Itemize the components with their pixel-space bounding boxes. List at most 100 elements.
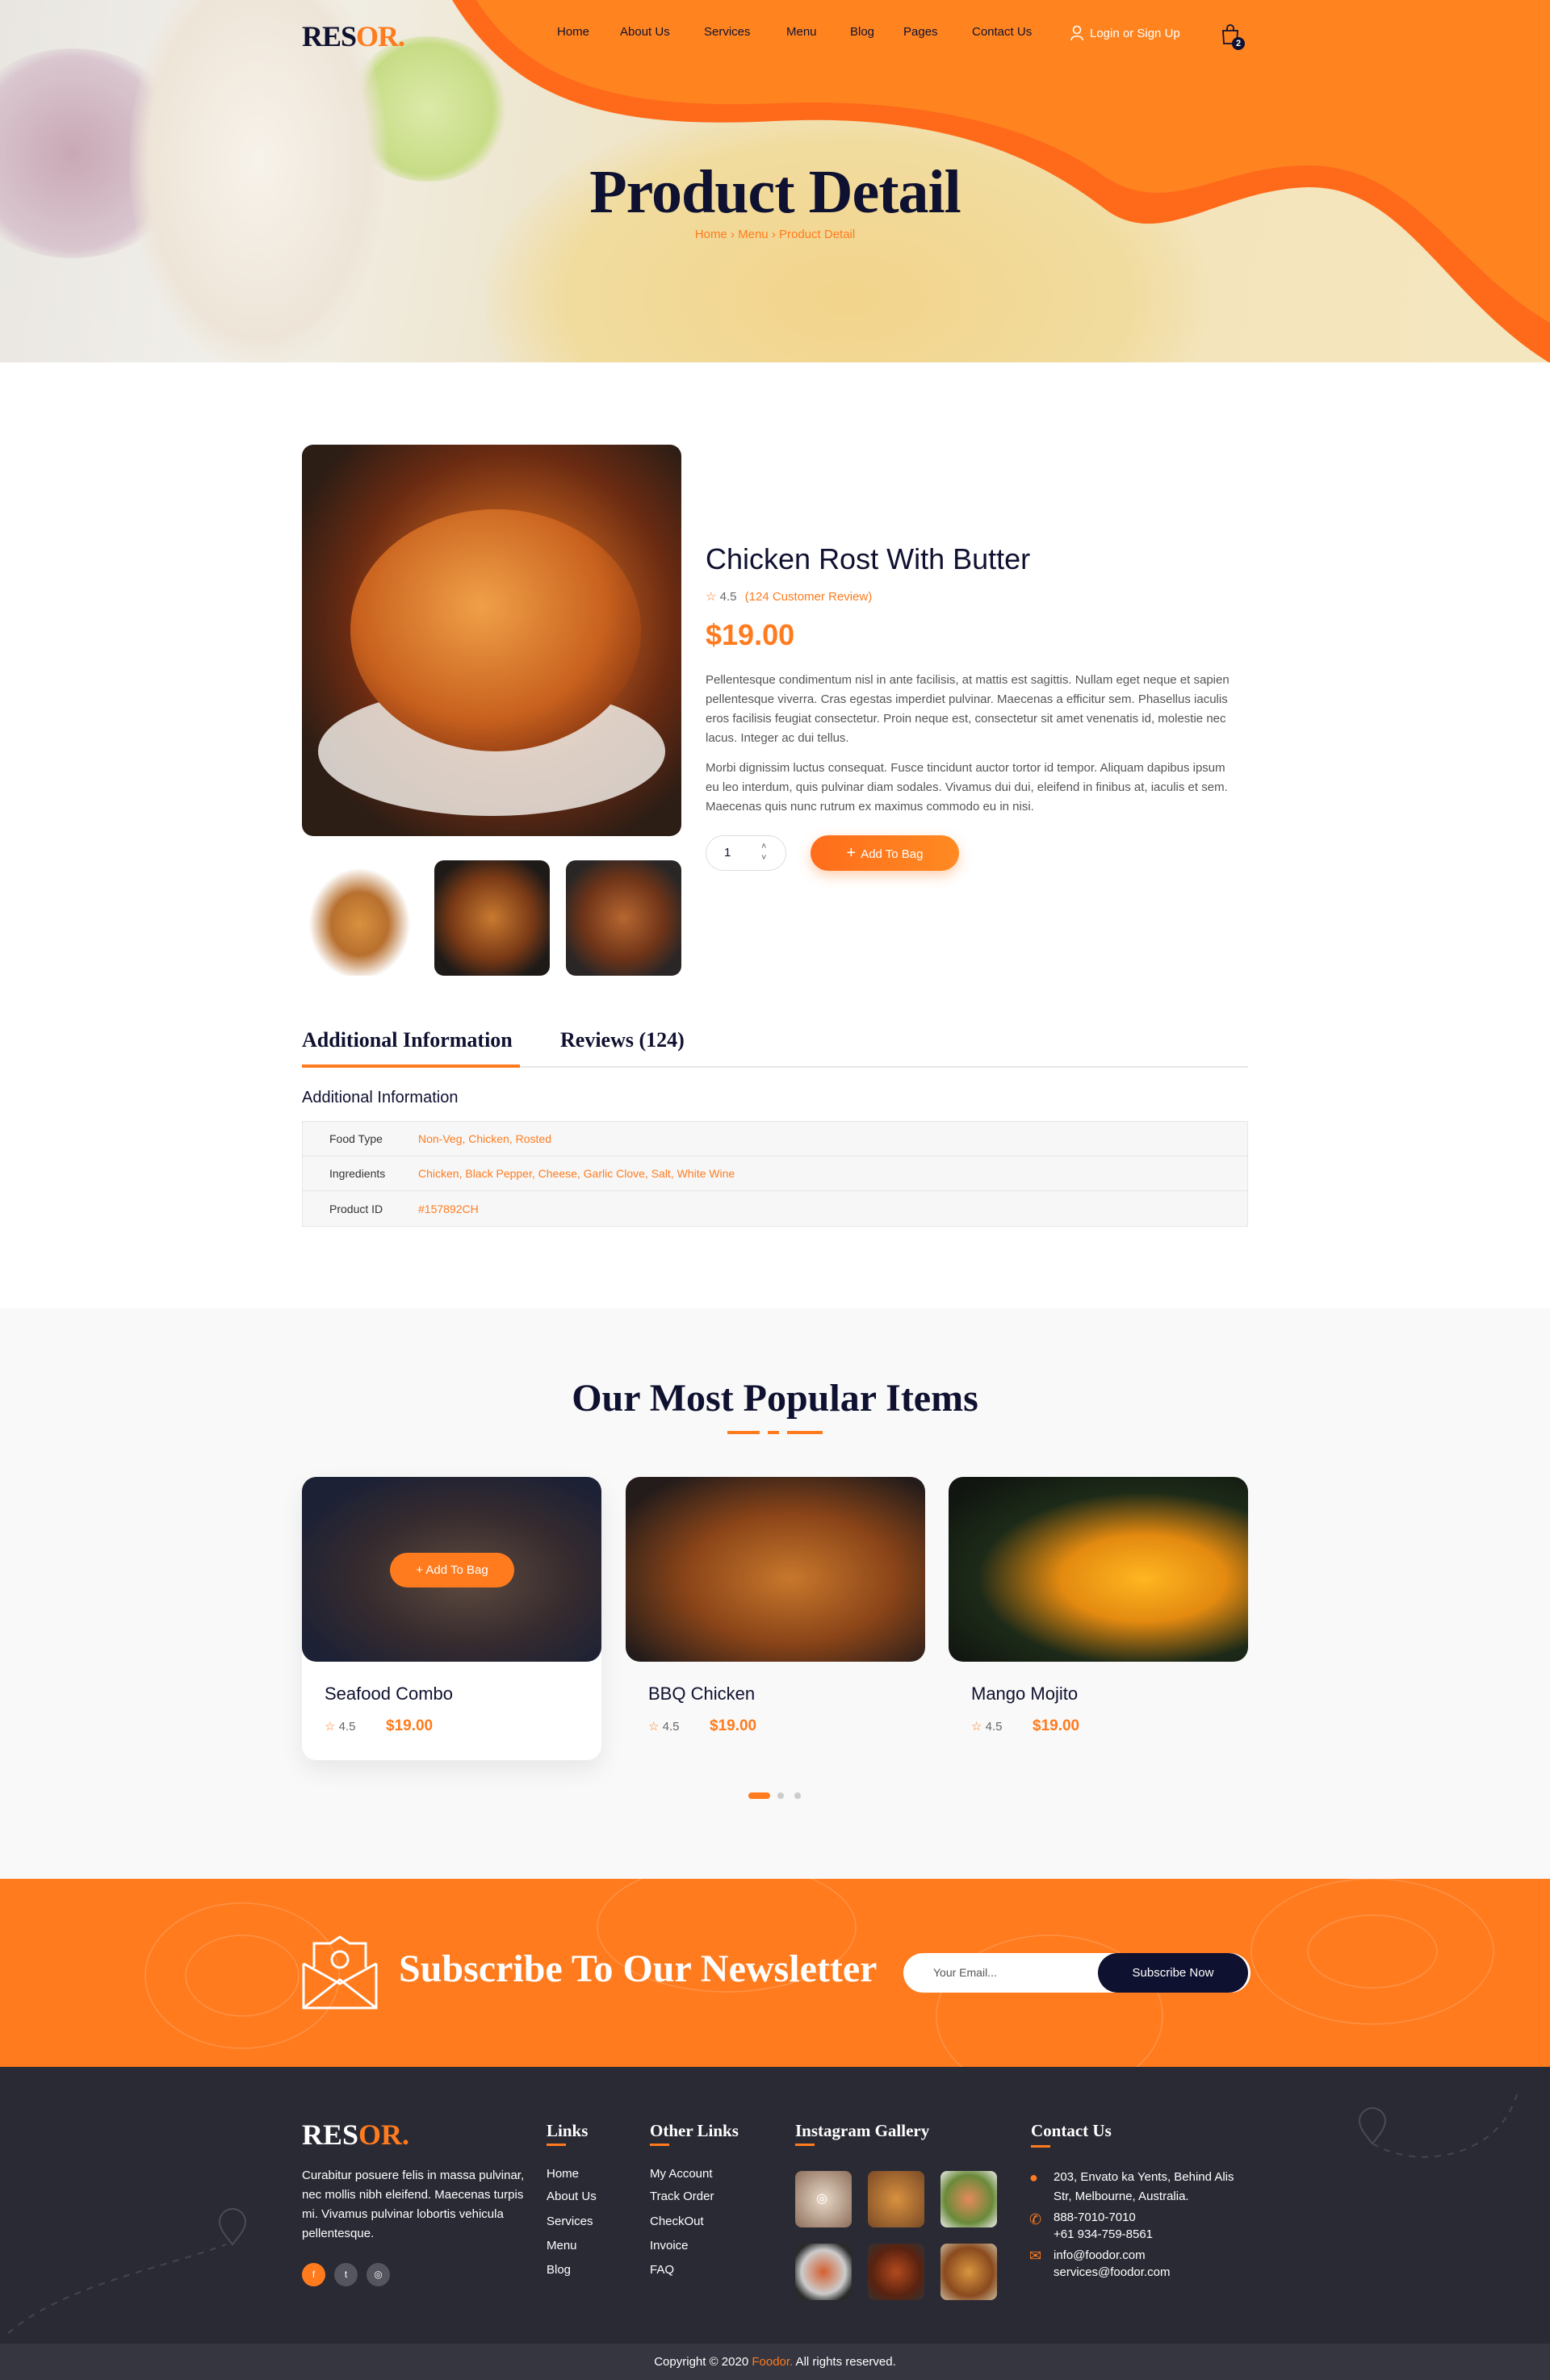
logo[interactable]: RESOR. [302, 19, 405, 53]
item-name: BBQ Chicken [648, 1684, 756, 1704]
popular-item-card[interactable]: + Add To Bag Seafood Combo ☆ 4.5 $19.00 [302, 1477, 601, 1760]
address-line: Str, Melbourne, Australia. [1054, 2190, 1189, 2203]
product-thumbnail-1[interactable] [302, 860, 417, 976]
phone-number[interactable]: +61 934-759-8561 [1054, 2226, 1153, 2243]
instagram-gallery-image[interactable] [795, 2244, 852, 2300]
add-to-bag-button[interactable]: + Add To Bag [811, 835, 959, 871]
copyright-text-end: All rights reserved. [793, 2355, 896, 2369]
footer-logo[interactable]: RESOR. [302, 2118, 409, 2152]
breadcrumb-home[interactable]: Home [695, 228, 727, 241]
footer-link-home[interactable]: Home [547, 2167, 579, 2181]
footer-link-menu[interactable]: Menu [547, 2239, 577, 2252]
nav-contact[interactable]: Contact Us [972, 25, 1032, 39]
carousel-dot[interactable] [794, 1792, 801, 1799]
card-add-to-bag-button[interactable]: + Add To Bag [390, 1553, 514, 1587]
instagram-gallery-image[interactable]: ◎ [795, 2171, 852, 2227]
logo-main: RES [302, 2119, 359, 2151]
title-underline [727, 1431, 760, 1434]
table-row: Food Type Non-Veg, Chicken, Rosted [303, 1122, 1247, 1157]
rating-value: 4.5 [662, 1720, 680, 1734]
rating-value: 4.5 [719, 590, 737, 604]
email-link[interactable]: services@foodor.com [1054, 2264, 1170, 2281]
product-title: Chicken Rost With Butter [706, 542, 1031, 575]
footer-link-checkout[interactable]: CheckOut [650, 2215, 704, 2228]
page-title: Product Detail [589, 158, 961, 226]
newsletter-title: Subscribe To Our Newsletter [399, 1947, 878, 1990]
rating-value: 4.5 [338, 1720, 356, 1734]
product-description-2: Morbi dignissim luctus consequat. Fusce … [706, 761, 1228, 814]
footer-link-about[interactable]: About Us [547, 2190, 597, 2203]
tab-reviews[interactable]: Reviews (124) [560, 1028, 685, 1052]
chevron-right-icon: › [730, 228, 739, 241]
nav-pages[interactable]: Pages [903, 25, 938, 39]
breadcrumb-current: Product Detail [779, 228, 856, 241]
carousel-dot-active[interactable] [748, 1792, 770, 1799]
brand-link[interactable]: Foodor. [752, 2355, 793, 2369]
star-icon: ☆ [648, 1720, 660, 1734]
product-main-image [302, 445, 681, 836]
footer-contact-title: Contact Us [1031, 2121, 1112, 2140]
table-row: Ingredients Chicken, Black Pepper, Cheese… [303, 1157, 1247, 1191]
email-link[interactable]: info@foodor.com [1054, 2247, 1170, 2264]
chevron-up-icon[interactable]: ˄ [761, 842, 766, 851]
login-link[interactable]: Login or Sign Up [1070, 25, 1180, 41]
nav-menu[interactable]: Menu [786, 25, 817, 39]
carousel-dot[interactable] [777, 1792, 784, 1799]
row-value: Chicken, Black Pepper, Cheese, Garlic Cl… [418, 1167, 735, 1180]
product-thumbnail-2[interactable] [434, 860, 550, 976]
twitter-icon[interactable]: t [334, 2263, 358, 2286]
nav-about[interactable]: About Us [620, 25, 670, 39]
popular-item-card[interactable]: Mango Mojito ☆ 4.5 $19.00 [949, 1477, 1248, 1760]
instagram-icon[interactable]: ◎ [367, 2263, 390, 2286]
heading-underline [1031, 2145, 1050, 2148]
footer-link-faq[interactable]: FAQ [650, 2263, 674, 2277]
logo-accent: OR. [358, 2119, 410, 2151]
login-label: Login or Sign Up [1090, 26, 1180, 40]
title-underline [787, 1431, 823, 1434]
breadcrumb: Home › Menu › Product Detail [0, 228, 1550, 241]
star-icon: ☆ [971, 1720, 982, 1734]
breadcrumb-menu[interactable]: Menu [738, 228, 769, 241]
subscribe-button[interactable]: Subscribe Now [1098, 1953, 1248, 1993]
chevron-down-icon[interactable]: ˅ [761, 853, 766, 863]
footer-gallery-title: Instagram Gallery [795, 2121, 930, 2140]
review-count-link[interactable]: (124 Customer Review) [745, 590, 873, 604]
phone-number[interactable]: 888-7010-7010 [1054, 2209, 1153, 2226]
user-icon [1070, 25, 1083, 41]
instagram-gallery-image[interactable] [868, 2244, 924, 2300]
popular-title: Our Most Popular Items [572, 1377, 978, 1420]
footer-link-account[interactable]: My Account [650, 2167, 713, 2181]
product-thumbnail-3[interactable] [566, 860, 681, 976]
row-value: #157892CH [418, 1202, 479, 1215]
cart-button[interactable]: 2 [1221, 24, 1245, 52]
nav-services[interactable]: Services [704, 25, 751, 39]
cart-count-badge: 2 [1232, 37, 1245, 50]
footer-address: 203, Envato ka Yents, Behind Alis Str, Me… [1054, 2168, 1234, 2206]
nav-home[interactable]: Home [557, 25, 589, 39]
row-label: Food Type [329, 1132, 383, 1145]
footer-link-invoice[interactable]: Invoice [650, 2239, 689, 2252]
instagram-gallery-image[interactable] [940, 2171, 997, 2227]
star-icon: ☆ [325, 1720, 336, 1734]
chevron-right-icon: › [771, 228, 779, 241]
instagram-gallery-image[interactable] [868, 2171, 924, 2227]
popular-item-card[interactable]: BBQ Chicken ☆ 4.5 $19.00 [626, 1477, 925, 1760]
instagram-gallery-image[interactable] [940, 2244, 997, 2300]
logo-main: RES [302, 20, 357, 52]
star-icon: ☆ [706, 590, 717, 604]
footer-about: Curabitur posuere felis in massa pulvina… [302, 2169, 525, 2240]
heading-underline [795, 2144, 815, 2146]
footer-link-services[interactable]: Services [547, 2215, 593, 2228]
additional-info-heading: Additional Information [302, 1089, 459, 1106]
quantity-stepper[interactable]: 1 ˄ ˅ [706, 835, 786, 871]
copyright-bar: Copyright © 2020 Foodor. All rights rese… [0, 2344, 1550, 2380]
footer-link-track[interactable]: Track Order [650, 2190, 714, 2203]
tab-additional-information[interactable]: Additional Information [302, 1028, 513, 1052]
facebook-icon[interactable]: f [302, 2263, 325, 2286]
item-name: Mango Mojito [971, 1684, 1079, 1704]
footer-link-blog[interactable]: Blog [547, 2263, 571, 2277]
row-label: Ingredients [329, 1167, 386, 1180]
map-pin-icon: ● [1029, 2169, 1038, 2186]
stepper-arrows[interactable]: ˄ ˅ [761, 841, 766, 864]
nav-blog[interactable]: Blog [850, 25, 874, 39]
